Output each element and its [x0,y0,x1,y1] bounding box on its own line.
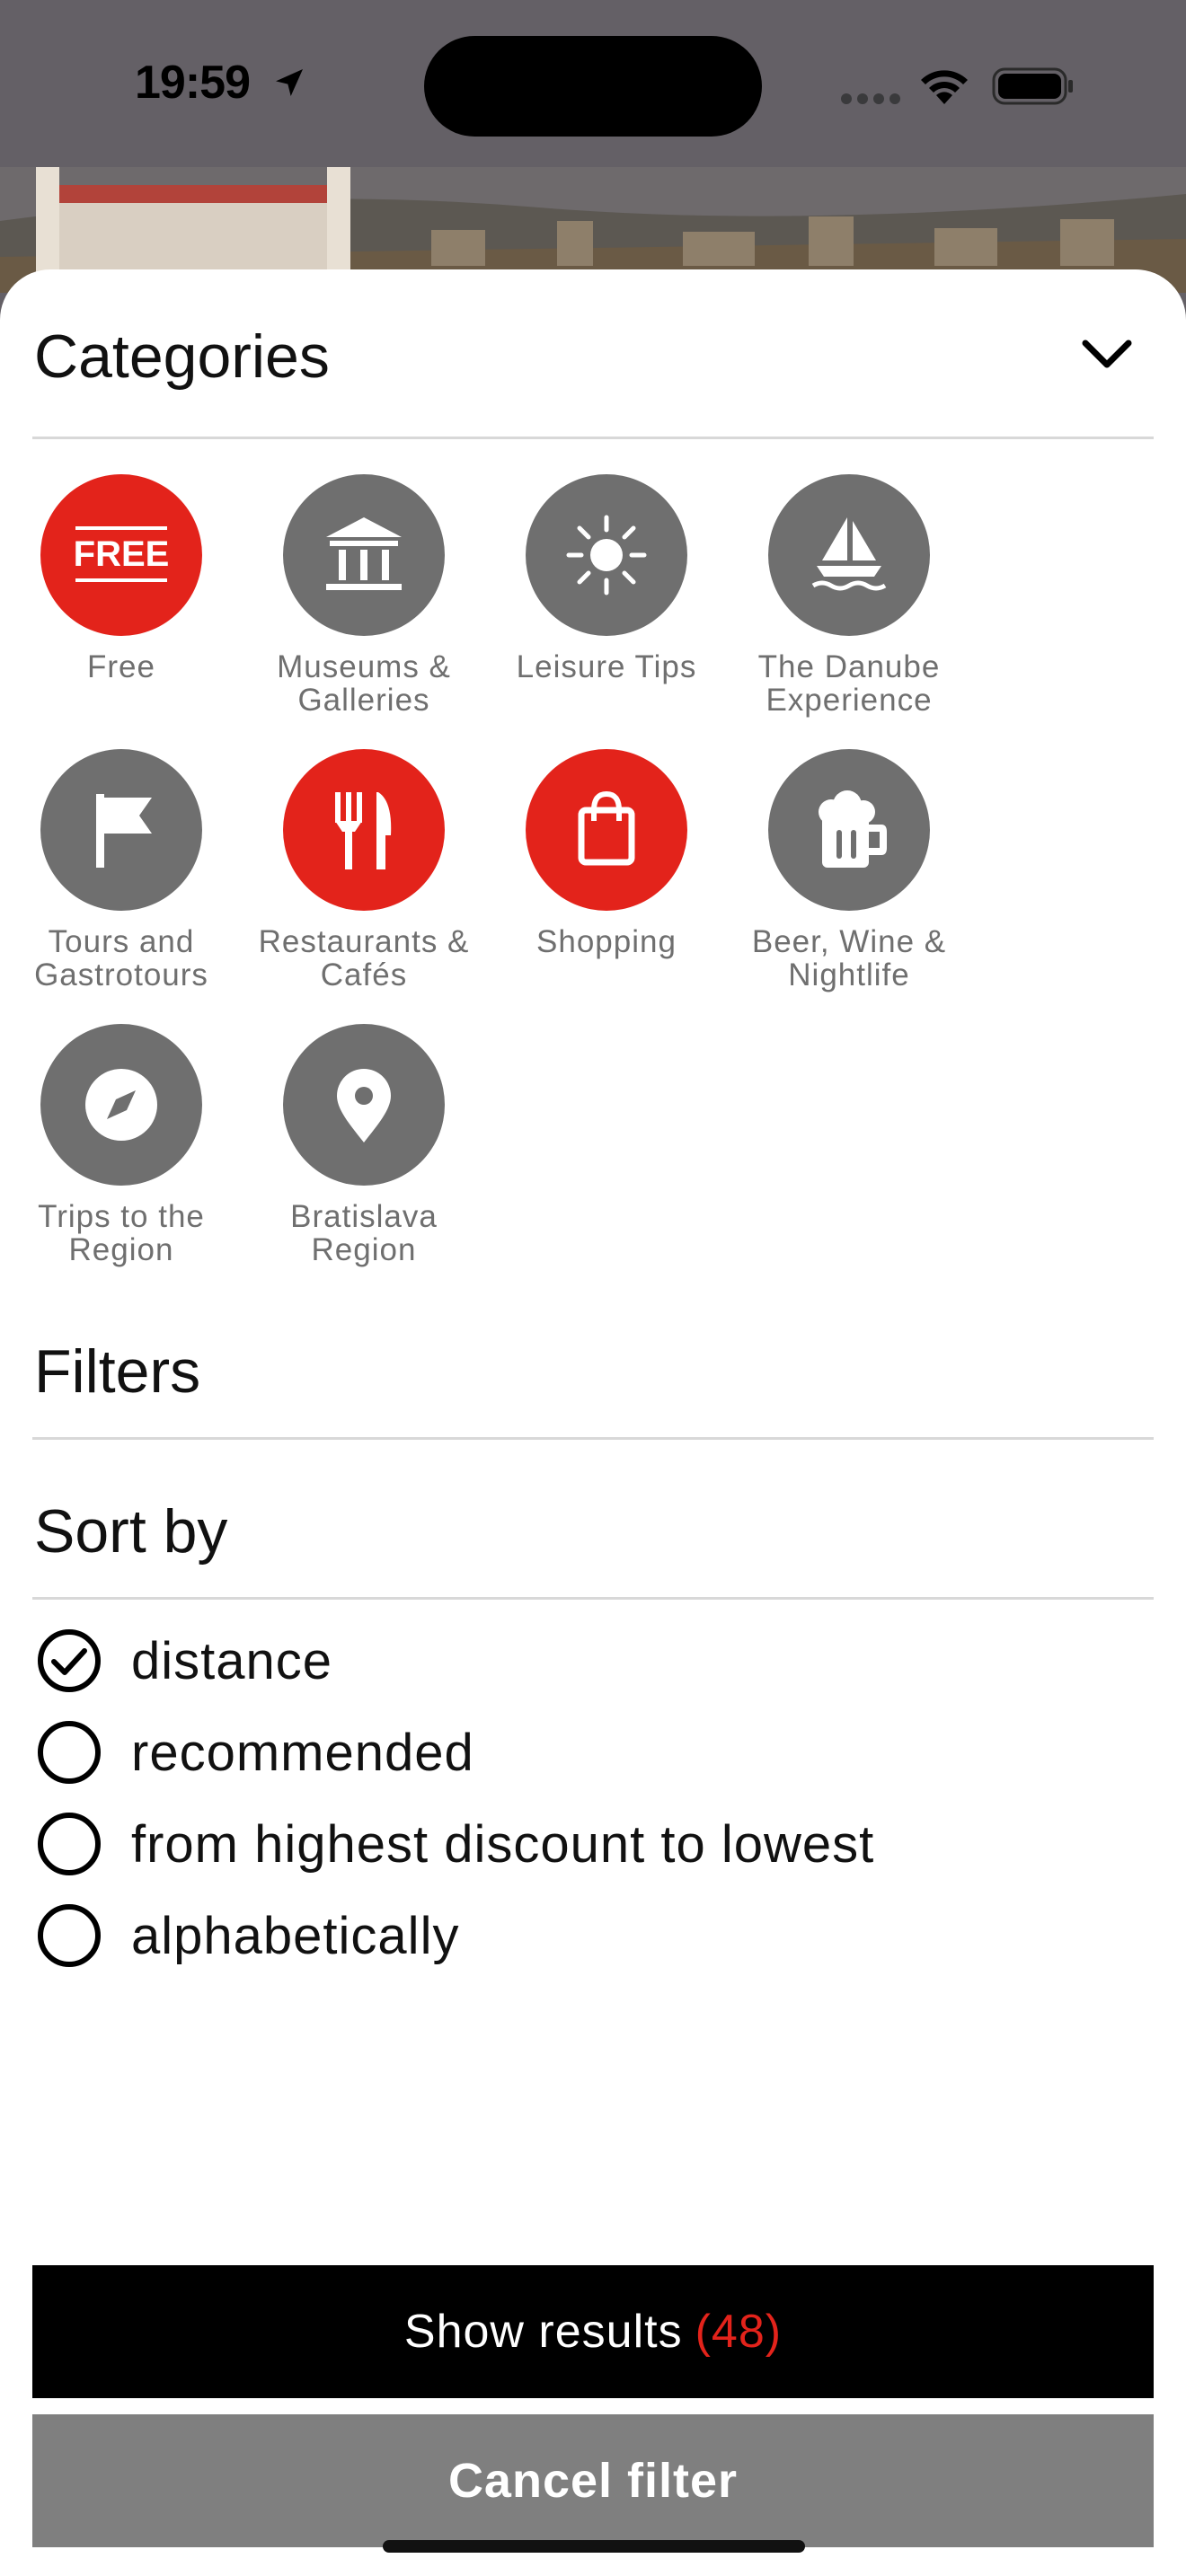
museum-icon [326,517,402,590]
status-bar: 19:59 [0,0,1186,167]
category-label: Leisure Tips [516,649,697,684]
category-danube[interactable]: The Danube Experience [728,474,970,717]
status-time: 19:59 [135,57,251,109]
category-tours[interactable]: Tours and Gastrotours [0,749,243,992]
dynamic-island [424,36,762,137]
sort-option-recommended[interactable]: recommended [36,1716,474,1789]
fork-knife-icon [335,792,392,869]
categories-title: Categories [34,322,330,391]
category-free-circle[interactable]: FREE [40,474,202,636]
category-label: Restaurants & Cafés [258,924,470,992]
show-results-button[interactable]: Show results (48) [32,2265,1154,2398]
category-label: Beer, Wine & Nightlife [751,924,947,992]
empty-circle-icon[interactable] [36,1902,102,1969]
compass-icon [85,1069,157,1141]
beer-mug-icon [819,790,887,868]
category-label: Tours and Gastrotours [34,924,208,992]
sort-option-distance[interactable]: distance [36,1624,332,1698]
category-danube-circle[interactable] [768,474,930,636]
sailboat-icon [811,517,887,591]
battery-icon [992,67,1073,105]
sort-option-label: from highest discount to lowest [131,1814,875,1874]
sort-divider [32,1597,1154,1600]
category-tours-circle[interactable] [40,749,202,911]
category-museums[interactable]: Museums & Galleries [243,474,485,717]
category-beer[interactable]: Beer, Wine & Nightlife [728,749,970,992]
category-trips[interactable]: Trips to the Region [0,1024,243,1266]
category-region-circle[interactable] [283,1024,445,1186]
flag-icon [96,794,152,868]
category-label: Shopping [536,924,677,959]
map-pin-icon [337,1069,391,1142]
category-label: Bratislava Region [290,1199,438,1267]
show-results-label: Show results [403,2306,683,2358]
category-free[interactable]: FREE Free [0,474,243,684]
sort-title: Sort by [34,1497,228,1566]
category-beer-circle[interactable] [768,749,930,911]
home-indicator[interactable] [383,2540,805,2553]
categories-divider [32,437,1154,439]
signal-dots-icon [841,93,900,104]
category-museums-circle[interactable] [283,474,445,636]
category-region[interactable]: Bratislava Region [243,1024,485,1266]
category-restaurants-circle[interactable] [283,749,445,911]
sort-option-label: recommended [131,1723,474,1782]
chevron-down-icon[interactable] [1078,334,1136,374]
svg-text:FREE: FREE [74,534,170,574]
wifi-icon [921,70,968,104]
sort-option-label: distance [131,1631,333,1690]
category-shopping[interactable]: Shopping [485,749,728,958]
sort-option-discount[interactable]: from highest discount to lowest [36,1807,874,1881]
category-label: Museums & Galleries [277,649,451,718]
sort-option-alphabetical[interactable]: alphabetically [36,1899,459,1972]
category-label: Trips to the Region [38,1199,205,1267]
category-restaurants[interactable]: Restaurants & Cafés [243,749,485,992]
category-leisure[interactable]: Leisure Tips [485,474,728,684]
location-arrow-icon [276,69,303,96]
sort-option-label: alphabetically [131,1906,460,1965]
free-icon: FREE [74,526,170,582]
checked-circle-icon[interactable] [36,1628,102,1694]
empty-circle-icon[interactable] [36,1811,102,1877]
cancel-filter-button[interactable]: Cancel filter [32,2414,1154,2547]
results-count: (48) [695,2306,783,2358]
category-label: The Danube Experience [757,649,941,718]
filters-divider [32,1437,1154,1440]
category-trips-circle[interactable] [40,1024,202,1186]
sun-icon [566,515,647,595]
category-shopping-circle[interactable] [526,749,687,911]
shopping-bag-icon [578,790,635,866]
category-leisure-circle[interactable] [526,474,687,636]
category-label: Free [87,649,155,684]
filters-title[interactable]: Filters [34,1337,200,1407]
empty-circle-icon[interactable] [36,1719,102,1786]
